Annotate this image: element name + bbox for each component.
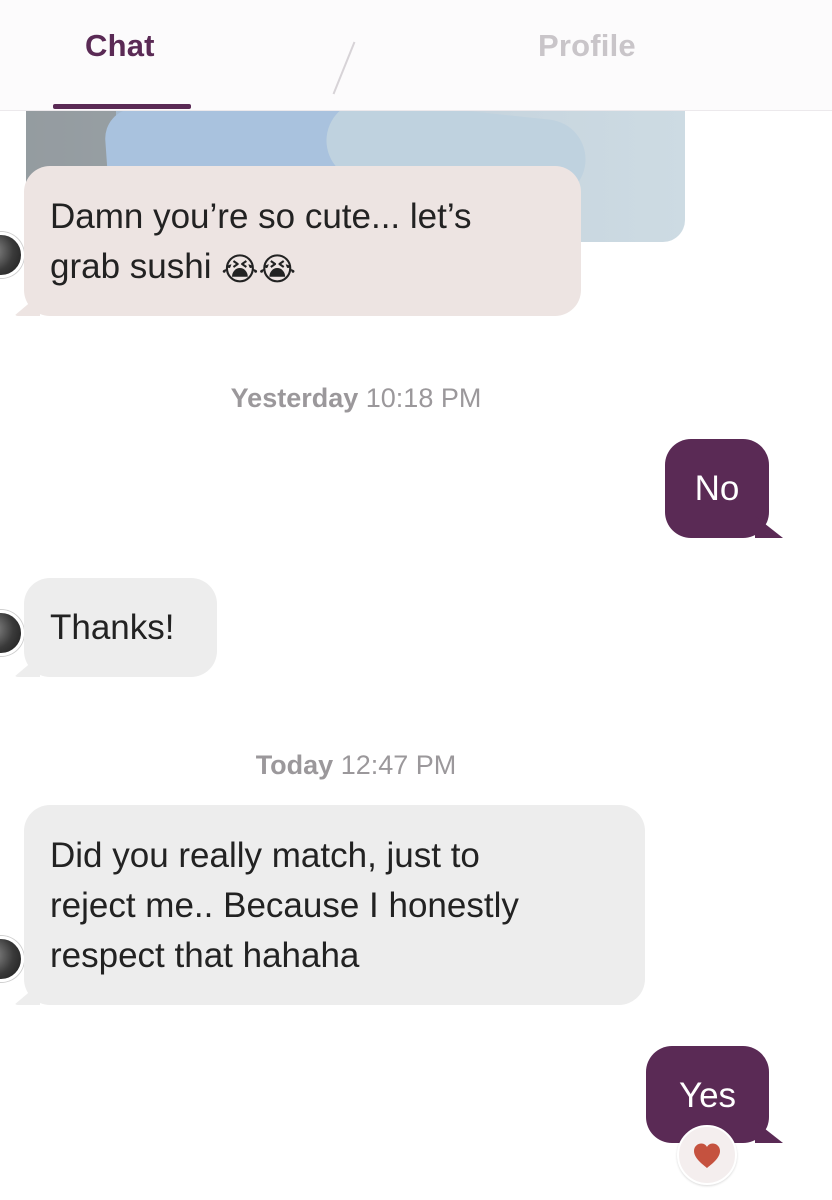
- message-bubble-incoming[interactable]: Thanks!: [24, 578, 217, 677]
- timestamp-time: 12:47 PM: [340, 750, 457, 780]
- message-text: Damn you’re so cute... let’s: [50, 197, 472, 236]
- timestamp-day: Yesterday: [230, 383, 359, 413]
- reaction-badge[interactable]: [677, 1125, 737, 1185]
- avatar[interactable]: [0, 936, 24, 982]
- message-text: Thanks!: [50, 608, 175, 647]
- tab-chat[interactable]: Chat: [85, 28, 155, 64]
- message-text-line: respect that hahaha: [50, 936, 360, 975]
- timestamp: Today 12:47 PM: [0, 750, 772, 781]
- tab-divider: [332, 41, 356, 95]
- message-text-line: Did you really match, just to: [50, 836, 480, 875]
- active-tab-indicator: [53, 104, 191, 109]
- message-text: No: [694, 469, 740, 508]
- message-text-line: grab sushi: [50, 247, 212, 286]
- avatar[interactable]: [0, 610, 24, 656]
- crying-face-emoji: 😭😭: [221, 249, 296, 288]
- avatar[interactable]: [0, 232, 24, 278]
- chat-header: Chat Profile: [0, 0, 832, 111]
- heart-icon: [694, 1143, 720, 1168]
- message-bubble-outgoing[interactable]: No: [665, 439, 769, 538]
- timestamp-time: 10:18 PM: [365, 383, 482, 413]
- message-bubble-incoming[interactable]: Did you really match, just to reject me.…: [24, 805, 645, 1005]
- tab-profile[interactable]: Profile: [538, 28, 636, 64]
- message-text: Yes: [678, 1076, 737, 1115]
- message-text-line: reject me.. Because I honestly: [50, 886, 519, 925]
- message-bubble-incoming[interactable]: Damn you’re so cute... let’s grab sushi …: [24, 166, 581, 316]
- timestamp: Yesterday 10:18 PM: [0, 383, 772, 414]
- timestamp-day: Today: [255, 750, 334, 780]
- message-text: grab sushi 😭😭: [50, 242, 555, 294]
